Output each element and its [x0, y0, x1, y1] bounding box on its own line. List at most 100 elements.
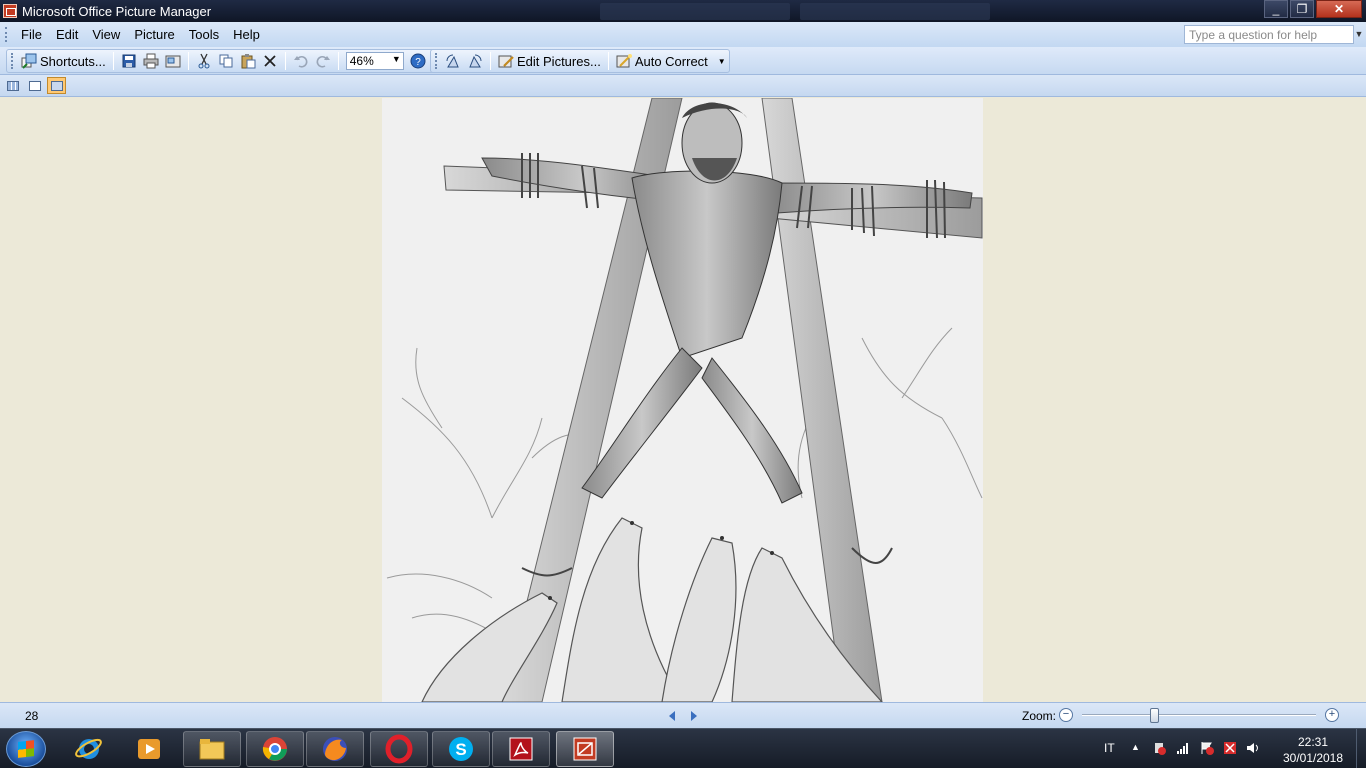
view-toolbar — [0, 75, 1366, 97]
thumbnail-view-icon — [6, 80, 19, 91]
svg-text:?: ? — [415, 57, 421, 68]
window-controls: _ ❐ ✕ — [1262, 0, 1362, 18]
zoom-slider-track[interactable] — [1082, 714, 1316, 716]
picture-count: 28 — [25, 709, 39, 723]
help-question-icon: ? — [410, 53, 426, 69]
zoom-in-icon[interactable]: + — [1325, 708, 1339, 722]
media-player-icon — [138, 739, 160, 759]
taskbar-app-file-explorer[interactable] — [183, 731, 241, 767]
email-button[interactable] — [162, 51, 184, 71]
acrobat-icon — [509, 737, 533, 761]
minimize-button[interactable]: _ — [1264, 0, 1288, 18]
rotate-right-icon — [467, 53, 483, 69]
folder-icon — [199, 739, 225, 760]
zoom-select[interactable]: 46% ▼ — [345, 52, 404, 70]
toolbar-options-icon[interactable]: ▼ — [717, 51, 727, 71]
undo-button[interactable] — [290, 51, 312, 71]
standard-toolbar: Shortcuts... 46% ▼ ? Edit Pictures... Au… — [0, 47, 1366, 75]
picture-manager-icon — [573, 737, 597, 761]
filmstrip-view-button[interactable] — [25, 77, 44, 94]
copy-button[interactable] — [215, 51, 237, 71]
menu-bar: File Edit View Picture Tools Help Type a… — [0, 22, 1366, 47]
taskbar-app-internet-explorer[interactable] — [60, 731, 118, 767]
print-button[interactable] — [140, 51, 162, 71]
device-warning-icon[interactable] — [1152, 741, 1166, 755]
print-icon — [143, 53, 159, 69]
restore-button[interactable]: ❐ — [1290, 0, 1314, 18]
help-dropdown-icon[interactable]: ▼ — [1354, 27, 1364, 41]
menu-edit[interactable]: Edit — [49, 25, 85, 44]
previous-picture-button[interactable] — [666, 709, 678, 723]
windows-taskbar: S IT ▲ 22:31 30/01/2018 — [0, 728, 1366, 768]
taskbar-app-opera[interactable] — [370, 731, 428, 767]
rotate-right-button[interactable] — [464, 51, 486, 71]
taskbar-app-chrome[interactable] — [246, 731, 304, 767]
edit-pictures-label: Edit Pictures... — [517, 53, 601, 69]
clock[interactable]: 22:31 30/01/2018 — [1278, 734, 1348, 766]
action-center-flag-icon[interactable] — [1200, 741, 1214, 755]
displayed-picture[interactable] — [382, 98, 983, 702]
chevron-down-icon: ▼ — [391, 54, 401, 64]
edit-pictures-button[interactable]: Edit Pictures... — [495, 51, 604, 71]
help-search-input[interactable]: Type a question for help — [1184, 25, 1354, 44]
close-button[interactable]: ✕ — [1316, 0, 1362, 18]
menu-grip[interactable] — [5, 27, 8, 42]
auto-correct-button[interactable]: Auto Correct — [613, 51, 711, 71]
taskbar-app-acrobat[interactable] — [492, 731, 550, 767]
svg-text:S: S — [455, 740, 466, 759]
network-signal-icon[interactable] — [1176, 741, 1190, 755]
menu-picture[interactable]: Picture — [127, 25, 181, 44]
menu-view[interactable]: View — [85, 25, 127, 44]
save-button[interactable] — [118, 51, 140, 71]
firefox-icon — [323, 737, 347, 761]
taskbar-app-firefox[interactable] — [306, 731, 364, 767]
show-hidden-icons-icon[interactable]: ▲ — [1131, 742, 1140, 752]
taskbar-app-media-player[interactable] — [120, 731, 178, 767]
show-desktop-button[interactable] — [1356, 729, 1366, 768]
filmstrip-view-icon — [28, 80, 41, 91]
auto-correct-label: Auto Correct — [634, 53, 708, 69]
paste-icon — [240, 53, 256, 69]
menu-file[interactable]: File — [14, 25, 49, 44]
internet-explorer-icon — [75, 738, 102, 759]
cut-button[interactable] — [193, 51, 215, 71]
volume-icon[interactable] — [1246, 741, 1260, 755]
help-button[interactable]: ? — [407, 51, 429, 71]
picture-toolbar-strip: Edit Pictures... Auto Correct ▼ — [430, 49, 730, 73]
opera-icon — [385, 734, 413, 764]
single-picture-view-button[interactable] — [47, 77, 66, 94]
toolbar-strip: Shortcuts... 46% ▼ ? — [6, 49, 442, 73]
language-indicator[interactable]: IT — [1104, 741, 1115, 755]
redo-button[interactable] — [312, 51, 334, 71]
security-alert-icon[interactable] — [1223, 741, 1237, 755]
taskbar-app-skype[interactable]: S — [432, 731, 490, 767]
zoom-slider-thumb[interactable] — [1150, 708, 1160, 723]
shortcuts-icon — [21, 53, 37, 69]
zoom-out-icon[interactable]: − — [1059, 708, 1073, 722]
next-picture-button[interactable] — [688, 709, 700, 723]
picture-manager-app-icon[interactable] — [3, 4, 17, 18]
start-button[interactable] — [6, 731, 46, 767]
auto-correct-icon — [616, 53, 632, 69]
toolbar-grip[interactable] — [435, 53, 438, 69]
menu-tools[interactable]: Tools — [182, 25, 226, 44]
chrome-icon — [262, 737, 287, 761]
background-window-strip — [800, 3, 990, 20]
status-bar: 28 Zoom: − + — [0, 702, 1366, 728]
rotate-left-button[interactable] — [442, 51, 464, 71]
thumbnail-view-button[interactable] — [3, 77, 22, 94]
toolbar-grip[interactable] — [11, 53, 14, 69]
single-picture-view-icon — [50, 80, 63, 91]
delete-button[interactable] — [259, 51, 281, 71]
clock-date: 30/01/2018 — [1282, 751, 1344, 765]
paste-button[interactable] — [237, 51, 259, 71]
rotate-left-icon — [445, 53, 461, 69]
skype-icon: S — [449, 737, 473, 761]
menu-help[interactable]: Help — [226, 25, 267, 44]
taskbar-app-picture-manager[interactable] — [556, 731, 614, 767]
zoom-label: Zoom: — [1022, 709, 1057, 723]
shortcuts-button[interactable]: Shortcuts... — [18, 51, 109, 71]
toolbar-separator — [337, 52, 339, 70]
toolbar-separator — [284, 52, 286, 70]
pencil-drawing-image — [382, 98, 983, 702]
